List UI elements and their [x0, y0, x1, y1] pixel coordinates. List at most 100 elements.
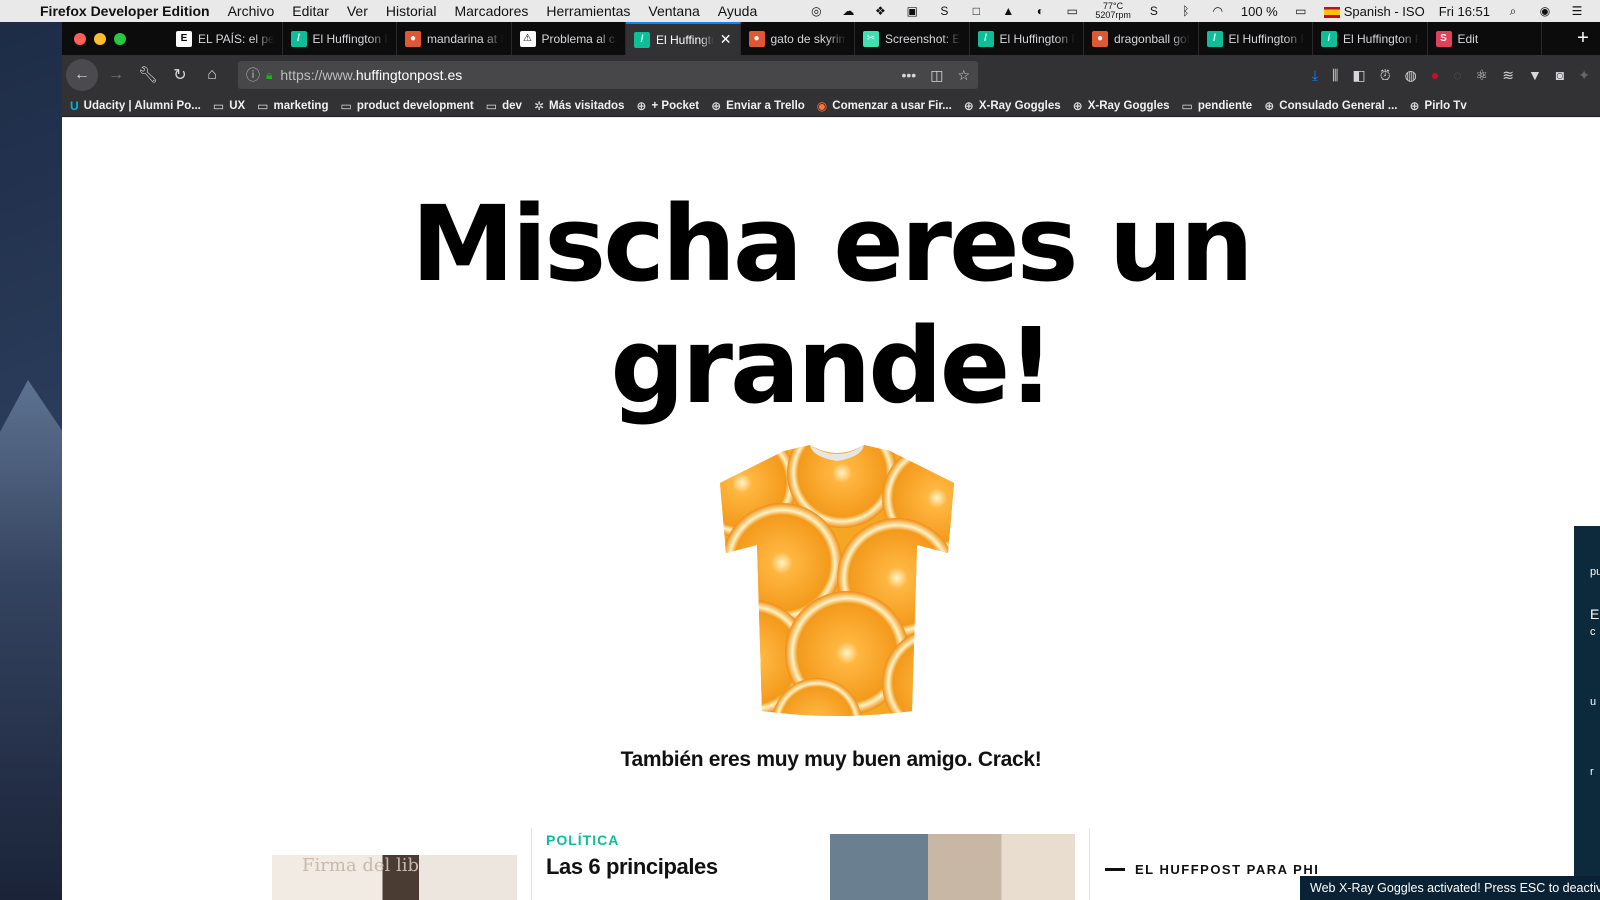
battery-percent[interactable]: 100 %	[1241, 4, 1278, 19]
library-icon[interactable]: ⫼	[1332, 67, 1338, 84]
orange-tshirt-image[interactable]	[712, 443, 962, 718]
bookmark-item[interactable]: ⊕ + Pocket	[636, 99, 699, 113]
menu-historial[interactable]: Historial	[386, 3, 437, 19]
red-extension-icon[interactable]: ●	[1431, 67, 1439, 84]
bookmark-item[interactable]: ▭ UX	[213, 99, 245, 113]
page-actions-menu-icon[interactable]: •••	[901, 67, 916, 84]
temperature-readout[interactable]: 77°C 5207rpm	[1095, 2, 1131, 20]
article-thumbnail-2[interactable]	[830, 834, 1075, 900]
bookmark-item[interactable]: ⊕ Pirlo Tv	[1409, 99, 1466, 113]
skype-icon[interactable]: S	[1145, 4, 1163, 18]
bookmark-item[interactable]: ⊕ X-Ray Goggles	[1073, 99, 1170, 113]
bookmark-star-icon[interactable]: ☆	[957, 67, 970, 84]
creative-cloud-icon[interactable]: ☁	[839, 4, 857, 18]
window-controls	[62, 22, 168, 55]
page-headline: Mischa eres un grande!	[62, 183, 1600, 427]
tab-6[interactable]: ✂ Screenshot: Edit	[855, 22, 970, 55]
bookmark-item[interactable]: ▭ dev	[486, 99, 522, 113]
home-button[interactable]: ⌂	[196, 59, 228, 91]
close-tab-icon[interactable]: ✕	[720, 31, 732, 48]
article-thumbnail-1[interactable]: Firma del lib	[272, 855, 517, 900]
back-button[interactable]: ←	[66, 59, 98, 91]
wifi-icon[interactable]: ◠	[1209, 4, 1227, 18]
downloads-icon[interactable]: ⤓	[1312, 67, 1318, 84]
zoom-window-button[interactable]	[114, 32, 126, 45]
bookmark-item[interactable]: ▭ product development	[340, 99, 473, 113]
minimize-window-button[interactable]	[94, 32, 106, 45]
side-panel-text: E	[1590, 606, 1600, 622]
pocket-icon[interactable]: ◫	[930, 67, 943, 84]
sidebar-icon[interactable]: ◧	[1352, 67, 1365, 84]
tab-2[interactable]: ● mandarina at DuckDuckGo	[397, 22, 512, 55]
battery-icon[interactable]: ▭	[1292, 4, 1310, 18]
bookmark-item[interactable]: ▭ marketing	[257, 99, 328, 113]
drive-icon[interactable]: ▲	[999, 4, 1017, 18]
close-window-button[interactable]	[74, 32, 86, 45]
obs-icon[interactable]: ◎	[807, 4, 825, 18]
tab-7[interactable]: / El Huffington Post	[970, 22, 1084, 55]
article-title[interactable]: Las 6 principales	[546, 854, 718, 880]
siri-icon[interactable]: ◉	[1536, 4, 1554, 18]
vue-devtools-icon[interactable]: ▼	[1528, 67, 1542, 84]
page-info-icon[interactable]: ⓘ	[246, 65, 260, 85]
bookmark-item[interactable]: U Udacity | Alumni Po...	[70, 99, 201, 113]
menu-herramientas[interactable]: Herramientas	[546, 3, 630, 19]
menu-ver[interactable]: Ver	[347, 3, 368, 19]
tab-5[interactable]: ● gato de skyrim	[741, 22, 855, 55]
bookmark-item[interactable]: ◉ Comenzar a usar Fir...	[817, 99, 952, 113]
secure-lock-icon[interactable]: 🔒︎	[266, 68, 272, 83]
bookmark-label: UX	[229, 99, 246, 112]
overflow-extension-icon[interactable]: ✦	[1578, 67, 1590, 84]
bracket-icon[interactable]: ▣	[903, 4, 921, 18]
spotlight-search-icon[interactable]: ⌕	[1504, 4, 1522, 18]
layers-icon[interactable]: ≋	[1502, 67, 1514, 84]
forward-button[interactable]: →	[100, 59, 132, 91]
side-panel-text: pu	[1590, 566, 1600, 578]
app-name-menu[interactable]: Firefox Developer Edition	[40, 3, 210, 19]
bookmark-item[interactable]: ▭ pendiente	[1182, 99, 1253, 113]
reload-button[interactable]: ↻	[164, 59, 196, 91]
menu-marcadores[interactable]: Marcadores	[454, 3, 528, 19]
chat-extension-icon[interactable]: ◙	[1556, 67, 1564, 84]
section-header[interactable]: EL HUFFPOST PARA PHI	[1105, 862, 1319, 877]
tab-9[interactable]: / El Huffington Post	[1199, 22, 1313, 55]
bluetooth-icon[interactable]: ᛒ	[1177, 4, 1195, 18]
bookmark-item[interactable]: ⊕ Enviar a Trello	[711, 99, 805, 113]
tab-0[interactable]: E EL PAÍS: el periódico	[168, 22, 283, 55]
bookmark-item[interactable]: ⊕ X-Ray Goggles	[964, 99, 1061, 113]
tab-8[interactable]: ● dragonball gohan	[1084, 22, 1199, 55]
menu-ayuda[interactable]: Ayuda	[718, 3, 757, 19]
menu-ventana[interactable]: Ventana	[648, 3, 699, 19]
input-source-menu[interactable]: Spanish - ISO	[1323, 4, 1425, 19]
duckduckgo-icon: ●	[748, 30, 765, 47]
folder-icon: ▭	[257, 98, 269, 113]
tab-3[interactable]: ⚠ Problema al cargar	[512, 22, 626, 55]
s-badge-icon[interactable]: S	[935, 4, 953, 18]
url-bar[interactable]: ⓘ 🔒︎ https://www. huffingtonpost.es ••• ◫…	[238, 61, 978, 89]
menu-archivo[interactable]: Archivo	[228, 3, 275, 19]
timer-icon[interactable]: ⏰︎	[1380, 67, 1391, 84]
bookmark-item[interactable]: ✲ Más visitados	[534, 99, 624, 113]
notification-center-icon[interactable]: ☰	[1568, 4, 1586, 18]
menu-editar[interactable]: Editar	[292, 3, 329, 19]
tab-10[interactable]: / El Huffington Post	[1313, 22, 1428, 55]
dim-extension-icon[interactable]: ◌	[1453, 67, 1461, 84]
new-tab-button[interactable]: +	[1566, 22, 1600, 55]
react-devtools-icon[interactable]: ⚛︎	[1476, 67, 1489, 84]
dropbox-icon[interactable]: ❖	[871, 4, 889, 18]
tab-label: Problema al cargar	[541, 31, 618, 46]
bookmark-label: Udacity | Alumni Po...	[83, 99, 201, 112]
globe-icon: ⊕	[1409, 98, 1420, 113]
tab-11[interactable]: S Edit	[1428, 22, 1542, 55]
article-category[interactable]: POLÍTICA	[546, 832, 619, 848]
blank-app-icon[interactable]: □	[967, 4, 985, 18]
sync-icon[interactable]: ◐	[1031, 4, 1049, 18]
tab-4[interactable]: / El Huffington Post ✕	[626, 22, 741, 55]
airplay-icon[interactable]: ▭	[1063, 4, 1081, 18]
clock[interactable]: Fri 16:51	[1439, 4, 1490, 19]
bookmark-item[interactable]: ⊕ Consulado General ...	[1264, 99, 1397, 113]
developer-tools-wrench-icon[interactable]: 🔧︎	[132, 59, 164, 91]
xray-side-panel[interactable]: pu E c u r	[1574, 526, 1600, 900]
extension-circle-icon[interactable]: ◍	[1405, 67, 1417, 84]
tab-1[interactable]: / El Huffington Post	[283, 22, 397, 55]
